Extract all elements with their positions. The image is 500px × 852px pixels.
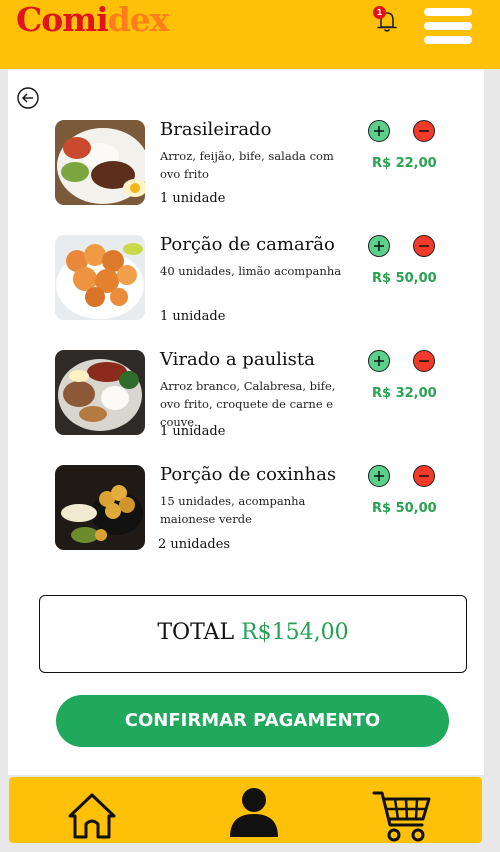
user-icon[interactable] — [226, 787, 282, 839]
plus-icon[interactable] — [368, 465, 390, 487]
minus-icon[interactable] — [413, 465, 435, 487]
logo-part-1: Comi — [16, 0, 109, 39]
item-description: 15 unidades, acompanha maionese verde — [160, 494, 306, 526]
item-price: R$ 22,00 — [372, 156, 437, 171]
home-icon[interactable] — [66, 790, 118, 842]
plus-icon[interactable] — [368, 120, 390, 142]
plus-icon[interactable] — [368, 350, 390, 372]
food-image — [55, 465, 145, 550]
food-image — [55, 120, 145, 205]
item-name: Virado a paulista — [160, 349, 315, 370]
minus-icon[interactable] — [413, 120, 435, 142]
app-logo[interactable]: Comidex — [16, 0, 170, 39]
total-label: TOTAL — [157, 620, 235, 645]
item-quantity: 1 unidade — [160, 309, 226, 324]
item-description: Arroz, feijão, bife, salada com ovo frit… — [160, 149, 334, 181]
food-image — [55, 350, 145, 435]
total-value: R$154,00 — [241, 620, 349, 645]
item-quantity: 2 unidades — [158, 537, 231, 552]
item-name: Porção de camarão — [160, 234, 335, 255]
hamburger-menu-icon[interactable] — [424, 8, 472, 48]
item-description: 40 unidades, limão acompanha — [160, 264, 342, 278]
item-description: Arroz branco, Calabresa, bife, ovo frito… — [160, 379, 336, 429]
minus-icon[interactable] — [413, 350, 435, 372]
cart-icon[interactable] — [372, 789, 432, 843]
total-box: TOTAL R$154,00 — [39, 595, 467, 673]
cart-item: Virado a paulista Arroz branco, Calabres… — [0, 349, 500, 450]
cart-item: Porção de camarão 40 unidades, limão aco… — [0, 234, 500, 335]
logo-part-2: dex — [107, 0, 170, 39]
back-arrow-icon[interactable] — [16, 86, 40, 110]
item-price: R$ 50,00 — [372, 271, 437, 286]
confirm-payment-button[interactable]: CONFIRMAR PAGAMENTO — [56, 695, 449, 747]
cart-item: Porção de coxinhas 15 unidades, acompanh… — [0, 464, 500, 565]
item-price: R$ 50,00 — [372, 501, 437, 516]
item-name: Porção de coxinhas — [160, 464, 337, 485]
item-quantity: 1 unidade — [160, 191, 226, 206]
minus-icon[interactable] — [413, 235, 435, 257]
food-image — [55, 235, 145, 320]
item-quantity: 1 unidade — [160, 424, 226, 439]
item-price: R$ 32,00 — [372, 386, 437, 401]
cart-item: Brasileirado Arroz, feijão, bife, salada… — [0, 119, 500, 220]
item-name: Brasileirado — [160, 119, 272, 140]
notification-badge: 1 — [373, 6, 386, 19]
plus-icon[interactable] — [368, 235, 390, 257]
